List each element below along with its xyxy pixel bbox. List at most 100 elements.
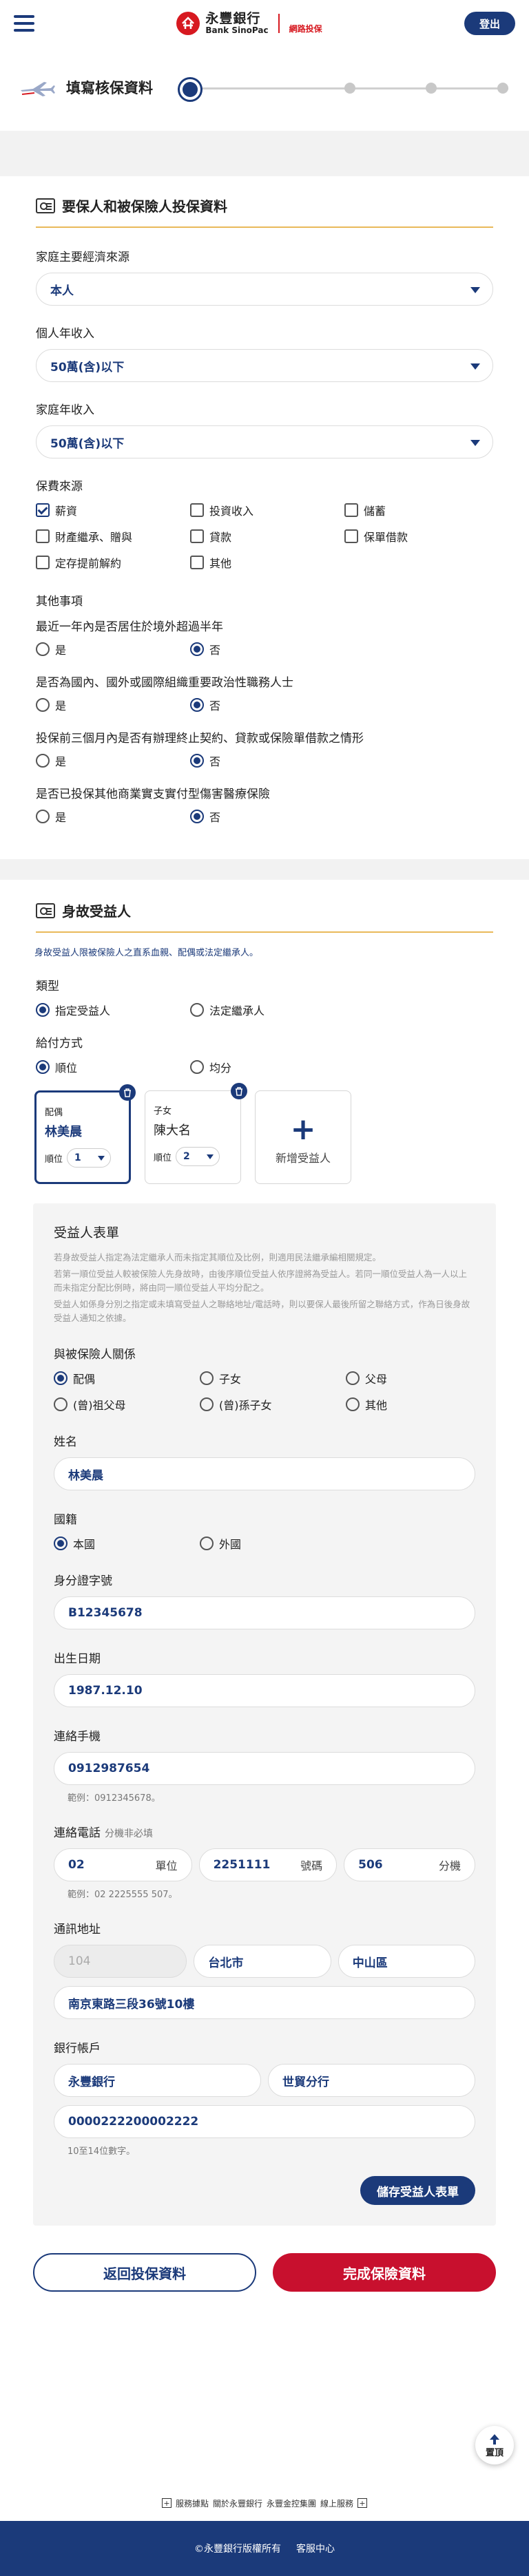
step-title: 填寫核保資料: [19, 77, 153, 98]
stepper: 填寫核保資料: [0, 47, 529, 131]
answer-no-radio[interactable]: 否: [190, 697, 344, 713]
beneficiary-form: 受益人表單 若身故受益人指定為法定繼承人而未指定其順位及比例，則適用民法繼承編相…: [33, 1203, 496, 2226]
premium-source-checkbox[interactable]: 貸款: [190, 528, 344, 545]
beneficiary-card[interactable]: 配偶 林美晨 順位 1: [34, 1084, 136, 1184]
mobile-label: 連絡手機: [54, 1730, 101, 1744]
premium-source-label: 保費來源: [36, 480, 83, 494]
zip-input: 104: [54, 1945, 187, 1978]
brand-divider: [278, 14, 280, 33]
birth-label: 出生日期: [54, 1652, 101, 1666]
brand-name-cn: 永豐銀行: [205, 10, 261, 26]
income-source-select[interactable]: 本人: [36, 273, 493, 306]
bank-label: 銀行帳戶: [54, 2042, 101, 2056]
beneficiary-section: 身故受益人 身故受益人限被保險人之直系血親、配偶或法定繼承人。 類型 指定受益人…: [0, 880, 529, 2311]
answer-yes-radio[interactable]: 是: [36, 697, 190, 713]
delete-icon[interactable]: [119, 1084, 136, 1101]
question-text: 是否為國內、國外或國際組織重要政治性職務人士: [36, 676, 293, 690]
pay-equal-radio[interactable]: 均分: [190, 1059, 344, 1075]
premium-source-checkbox[interactable]: 其他: [190, 554, 344, 571]
logout-button[interactable]: 登出: [464, 12, 515, 35]
branch-select[interactable]: 世貿分行: [268, 2064, 475, 2097]
type-radios: 指定受益人 法定繼承人: [36, 1002, 493, 1018]
street-input[interactable]: 南京東路三段36號10樓: [54, 1986, 475, 2019]
add-beneficiary-button[interactable]: + 新增受益人: [255, 1090, 351, 1184]
footer-link[interactable]: 關於永豐銀行: [213, 2498, 262, 2509]
relation-radio[interactable]: (曾)祖父母: [54, 1396, 200, 1413]
phone-number-input[interactable]: 2251111 號碼: [198, 1848, 338, 1881]
question-text: 是否已投保其他商業實支實付型傷害醫療保險: [36, 788, 270, 801]
current-step-indicator: [178, 77, 203, 102]
caret-down-icon: [470, 440, 480, 446]
district-select[interactable]: 中山區: [338, 1945, 475, 1978]
answer-no-radio[interactable]: 否: [190, 641, 344, 657]
mobile-input[interactable]: 0912987654: [54, 1752, 475, 1785]
sinopac-logo-icon: [176, 12, 200, 35]
premium-source-checkbox[interactable]: 財產繼承、贈與: [36, 528, 190, 545]
brand-logo[interactable]: 永豐銀行 Bank SinoPac 網路投保: [176, 12, 322, 35]
pay-method-radios: 順位 均分: [36, 1059, 493, 1075]
id-number-input[interactable]: B12345678: [54, 1596, 475, 1629]
nationality-local-radio[interactable]: 本國: [54, 1535, 200, 1552]
submit-button[interactable]: 完成保險資料: [273, 2253, 496, 2292]
type-designated-radio[interactable]: 指定受益人: [36, 1002, 190, 1018]
footer-link[interactable]: 線上服務: [320, 2498, 353, 2509]
answer-no-radio[interactable]: 否: [190, 808, 344, 825]
footer-link[interactable]: 永豐金控集團: [267, 2498, 316, 2509]
relation-radio[interactable]: 子女: [200, 1370, 346, 1386]
question-text: 最近一年內是否居住於境外超過半年: [36, 620, 223, 634]
customer-service-link[interactable]: 客服中心: [296, 2542, 335, 2555]
back-to-top-button[interactable]: 置頂: [475, 2426, 514, 2464]
answer-no-radio[interactable]: 否: [190, 752, 344, 769]
account-hint: 10至14位數字。: [68, 2146, 136, 2157]
nationality-foreign-radio[interactable]: 外國: [200, 1535, 354, 1552]
relation-label: 與被保險人關係: [54, 1348, 136, 1362]
question-list: 最近一年內是否居住於境外超過半年是否是否為國內、國外或國際組織重要政治性職務人士…: [36, 617, 493, 825]
family-income-select[interactable]: 50萬(含)以下: [36, 425, 493, 458]
step-2-dot: [344, 83, 355, 94]
premium-source-checkbox[interactable]: 保單借款: [344, 528, 482, 545]
save-beneficiary-button[interactable]: 儲存受益人表單: [360, 2176, 475, 2205]
premium-source-checkbox[interactable]: 投資收入: [190, 502, 344, 518]
beneficiary-card[interactable]: 子女 陳大名 順位 2: [145, 1083, 247, 1184]
city-select[interactable]: 台北市: [194, 1945, 331, 1978]
answer-yes-radio[interactable]: 是: [36, 752, 190, 769]
phone-area-input[interactable]: 02 單位: [54, 1848, 192, 1881]
order-select[interactable]: 2: [176, 1147, 220, 1166]
premium-source-checkbox[interactable]: 儲蓄: [344, 502, 482, 518]
header: 永豐銀行 Bank SinoPac 網路投保 登出: [0, 0, 529, 47]
caret-down-icon: [470, 363, 480, 370]
back-button[interactable]: 返回投保資料: [33, 2253, 256, 2292]
income-source-label: 家庭主要經濟來源: [36, 251, 129, 264]
name-input[interactable]: 林美晨: [54, 1457, 475, 1490]
answer-yes-radio[interactable]: 是: [36, 808, 190, 825]
nationality-label: 國籍: [54, 1513, 77, 1527]
footer-link[interactable]: 服務據點: [176, 2498, 209, 2509]
beneficiary-name: 陳大名: [154, 1123, 191, 1138]
relation-radio[interactable]: 父母: [346, 1370, 470, 1386]
premium-source-checkbox[interactable]: 薪資: [36, 502, 190, 518]
pay-order-radio[interactable]: 順位: [36, 1059, 190, 1075]
pay-method-label: 給付方式: [36, 1037, 83, 1051]
order-select[interactable]: 1: [67, 1148, 112, 1168]
relation-radio[interactable]: (曾)孫子女: [200, 1396, 346, 1413]
policyholder-section: 要保人和被保險人投保資料 家庭主要經濟來源 本人 個人年收入 50萬(含)以下 …: [0, 176, 529, 859]
type-legal-heir-radio[interactable]: 法定繼承人: [190, 1002, 344, 1018]
other-items-label: 其他事項: [36, 595, 83, 609]
caret-down-icon: [207, 1154, 214, 1159]
answer-yes-radio[interactable]: 是: [36, 641, 190, 657]
birth-date-input[interactable]: 1987.12.10: [54, 1674, 475, 1707]
relation-radio[interactable]: 配偶: [54, 1370, 200, 1386]
step-4-dot: [497, 83, 508, 94]
brand-name-en: Bank SinoPac: [205, 25, 269, 35]
delete-icon[interactable]: [231, 1083, 247, 1099]
account-input[interactable]: 0000222200002222: [54, 2105, 475, 2138]
premium-source-checkbox[interactable]: 定存提前解約: [36, 554, 190, 571]
airplane-icon: [21, 82, 55, 96]
footer: ©永豐銀行版權所有 客服中心: [0, 2521, 529, 2576]
brand-tag: 網路投保: [289, 23, 322, 34]
bank-select[interactable]: 永豐銀行: [54, 2064, 261, 2097]
personal-income-select[interactable]: 50萬(含)以下: [36, 349, 493, 382]
menu-icon[interactable]: [14, 15, 34, 32]
phone-ext-input[interactable]: 506 分機: [344, 1848, 476, 1881]
relation-radio[interactable]: 其他: [346, 1396, 470, 1413]
